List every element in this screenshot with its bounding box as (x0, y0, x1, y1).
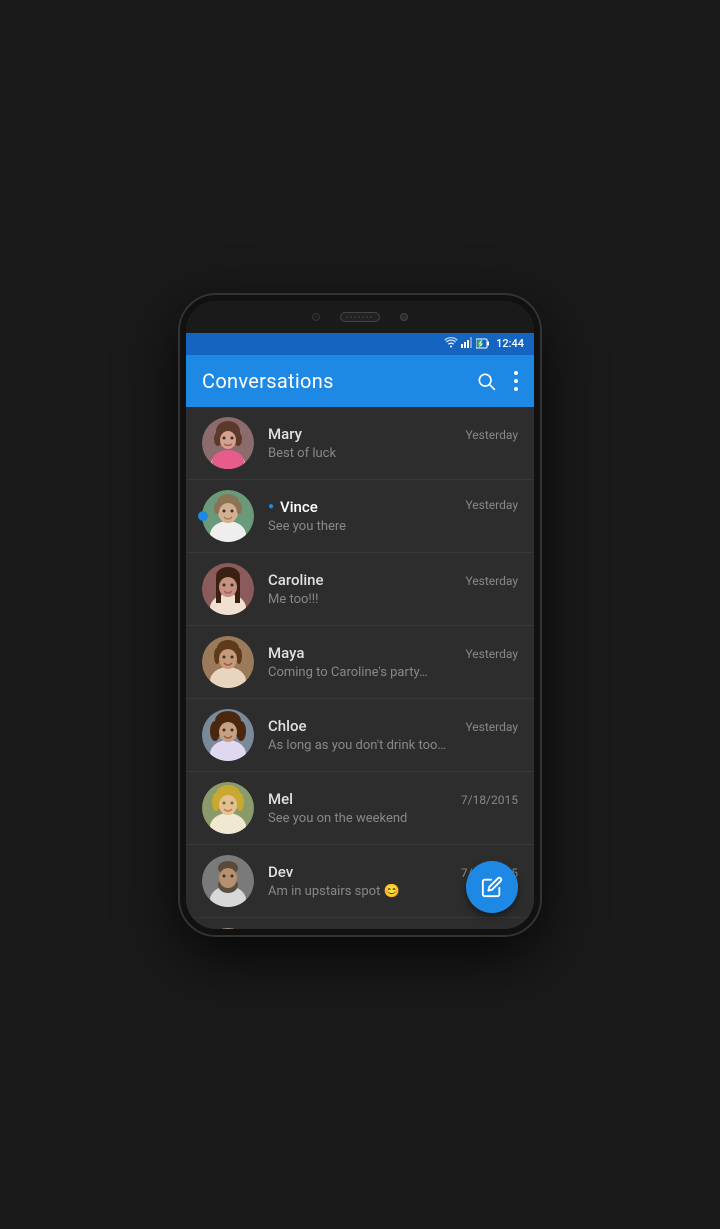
conversation-header: Caroline Yesterday (268, 571, 518, 589)
list-item[interactable]: Mel 7/18/2015 See you on the weekend (186, 772, 534, 845)
list-item[interactable]: ● Vince Yesterday See you there (186, 480, 534, 553)
status-time: 12:44 (496, 337, 524, 350)
avatar-container (202, 417, 254, 469)
status-bar: 12:44 (186, 333, 534, 355)
conversation-header: Chloe Yesterday (268, 717, 518, 735)
message-preview: Am in upstairs spot 😊 (268, 884, 488, 899)
list-item[interactable]: Chloe Yesterday As long as you don't dri… (186, 699, 534, 772)
speaker-icon (340, 312, 380, 322)
avatar-container (202, 490, 254, 542)
list-item[interactable]: Maya Yesterday Coming to Caroline's part… (186, 626, 534, 699)
avatar (202, 855, 254, 907)
avatar (202, 563, 254, 615)
list-item[interactable]: Mary Yesterday Best of luck (186, 407, 534, 480)
conversation-header: ● Vince Yesterday (268, 498, 518, 516)
avatar (202, 782, 254, 834)
wifi-icon (444, 337, 458, 351)
contact-name: Caroline (268, 571, 324, 589)
conversation-time: 7/18/2015 (461, 793, 518, 807)
avatar (202, 636, 254, 688)
compose-fab-button[interactable] (466, 861, 518, 913)
list-item[interactable]: Caroline Yesterday Me too!!! (186, 553, 534, 626)
signal-icon (461, 337, 473, 351)
contact-name: Chloe (268, 717, 307, 735)
conversation-content: Mel 7/18/2015 See you on the weekend (268, 790, 518, 826)
avatar (202, 928, 254, 929)
contact-name: Mary (268, 425, 302, 443)
avatar-container (202, 636, 254, 688)
more-options-button[interactable] (514, 371, 518, 391)
message-preview: Best of luck (268, 446, 488, 461)
avatar-container (202, 855, 254, 907)
conversation-content: Chloe Yesterday As long as you don't dri… (268, 717, 518, 753)
contact-name: Dev (268, 863, 293, 881)
contact-name: Mel (268, 790, 293, 808)
avatar-container (202, 709, 254, 761)
conversation-time: Yesterday (465, 498, 518, 512)
app-bar-title: Conversations (202, 369, 476, 393)
list-item[interactable]: Lisa 7/…/15 You should checkout this new… (186, 918, 534, 929)
avatar (202, 417, 254, 469)
battery-icon (476, 338, 490, 349)
conversation-header: Maya Yesterday (268, 644, 518, 662)
message-preview: See you there (268, 519, 488, 534)
message-preview: Me too!!! (268, 592, 488, 607)
conversation-content: Caroline Yesterday Me too!!! (268, 571, 518, 607)
avatar-container (202, 782, 254, 834)
search-button[interactable] (476, 371, 496, 391)
avatar (202, 709, 254, 761)
phone-frame: 12:44 Conversations (180, 295, 540, 935)
contact-name: ● Vince (268, 498, 318, 516)
conversation-header: Mary Yesterday (268, 425, 518, 443)
avatar (202, 490, 254, 542)
conversation-time: Yesterday (465, 720, 518, 734)
avatar-container (202, 563, 254, 615)
contact-name: Maya (268, 644, 304, 662)
app-bar-actions (476, 371, 518, 391)
conversation-time: Yesterday (465, 428, 518, 442)
message-preview: See you on the weekend (268, 811, 488, 826)
conversation-content: Maya Yesterday Coming to Caroline's part… (268, 644, 518, 680)
phone-top-bar (186, 301, 534, 333)
avatar-container (202, 928, 254, 929)
front-camera-icon (312, 313, 320, 321)
camera-dot-icon (400, 313, 408, 321)
app-bar: Conversations (186, 355, 534, 407)
unread-indicator (198, 511, 208, 521)
conversation-header: Mel 7/18/2015 (268, 790, 518, 808)
message-preview: Coming to Caroline's party… (268, 665, 488, 680)
conversation-content: Mary Yesterday Best of luck (268, 425, 518, 461)
conversation-list: Mary Yesterday Best of luck (186, 407, 534, 929)
message-preview: As long as you don't drink too… (268, 738, 488, 753)
conversation-time: Yesterday (465, 647, 518, 661)
status-icons: 12:44 (444, 337, 524, 351)
conversation-time: Yesterday (465, 574, 518, 588)
conversation-content: ● Vince Yesterday See you there (268, 498, 518, 534)
